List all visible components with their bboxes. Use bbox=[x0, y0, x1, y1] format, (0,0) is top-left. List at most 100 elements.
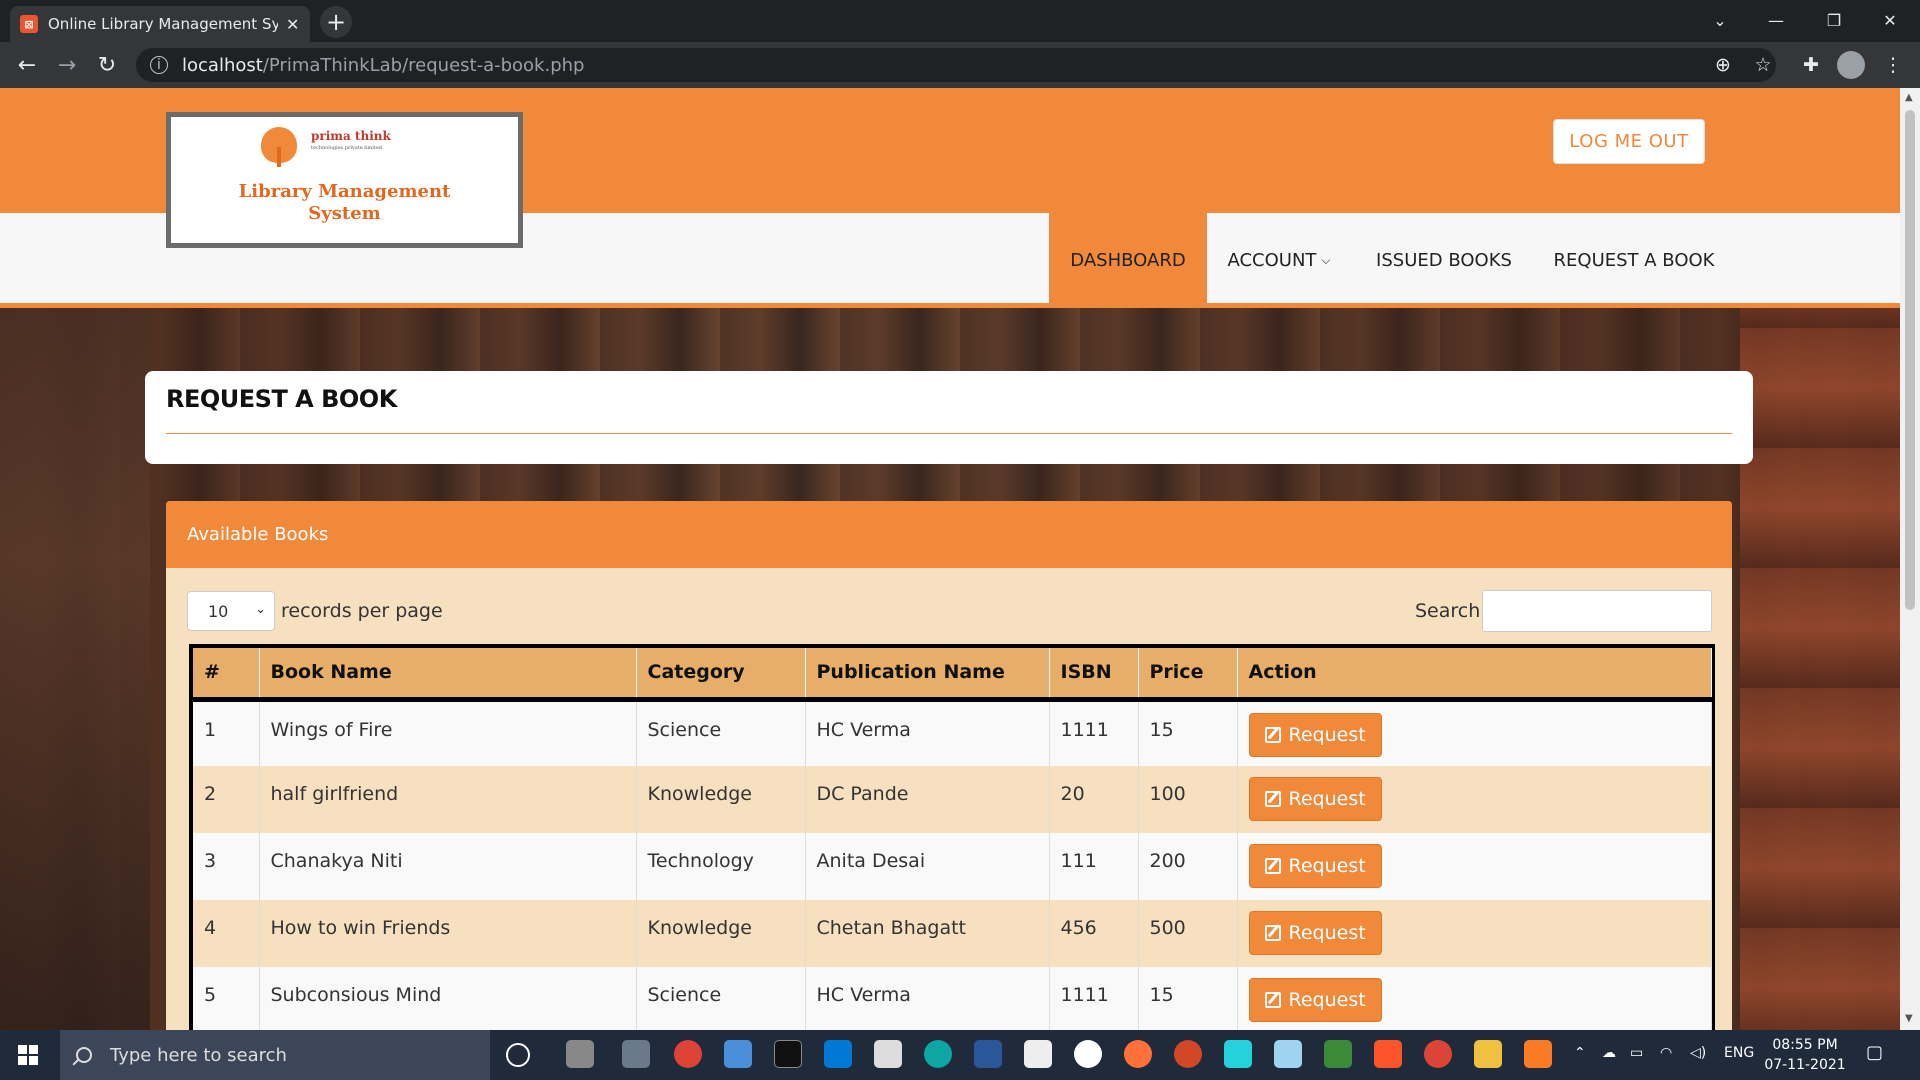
clock-date: 07-11-2021 bbox=[1764, 1057, 1846, 1073]
tab-search-icon[interactable]: ⌄ bbox=[1692, 0, 1748, 40]
logout-button[interactable]: LOG ME OUT bbox=[1553, 119, 1705, 164]
powerpoint-icon[interactable] bbox=[1174, 1040, 1202, 1068]
cell-action: Request bbox=[1237, 833, 1712, 900]
nav-issued-books[interactable]: ISSUED BOOKS bbox=[1364, 213, 1524, 308]
cell-price: 15 bbox=[1138, 699, 1238, 766]
onedrive-icon[interactable]: ☁ bbox=[1602, 1045, 1616, 1061]
close-tab-icon[interactable]: ✕ bbox=[286, 15, 299, 34]
tray-chevron-icon[interactable]: ⌃ bbox=[1574, 1045, 1586, 1061]
notes-icon[interactable] bbox=[1274, 1040, 1302, 1068]
file-explorer-icon[interactable] bbox=[1474, 1040, 1502, 1068]
records-per-page-value: 10 bbox=[208, 601, 229, 621]
excel-chart-icon[interactable] bbox=[1324, 1040, 1352, 1068]
nav-request-a-book[interactable]: REQUEST A BOOK bbox=[1544, 213, 1724, 308]
browser-tab[interactable]: ⊠ Online Library Management System ✕ bbox=[10, 6, 310, 42]
pc-icon[interactable] bbox=[724, 1040, 752, 1068]
cell-isbn: 20 bbox=[1049, 766, 1139, 833]
cell-action: Request bbox=[1237, 900, 1712, 967]
cell-publication: HC Verma bbox=[805, 967, 1050, 1030]
col-header-book-name[interactable]: Book Name bbox=[259, 648, 637, 702]
back-arrow-icon[interactable]: ← bbox=[12, 50, 42, 80]
table-row: 2 half girlfriend Knowledge DC Pande 20 … bbox=[193, 766, 1712, 833]
cell-num: 4 bbox=[193, 900, 260, 967]
battery-icon[interactable]: ▭ bbox=[1630, 1045, 1643, 1061]
site-logo[interactable]: prima think technologies private limited… bbox=[166, 112, 523, 248]
language-indicator[interactable]: ENG bbox=[1724, 1045, 1754, 1061]
cell-book-name: How to win Friends bbox=[259, 900, 637, 967]
col-header-publication[interactable]: Publication Name bbox=[805, 648, 1050, 702]
terminal-icon[interactable] bbox=[774, 1040, 802, 1068]
chevron-down-icon: ⌵ bbox=[1321, 253, 1331, 267]
camera-icon[interactable] bbox=[1024, 1040, 1052, 1068]
cell-book-name: Chanakya Niti bbox=[259, 833, 637, 900]
new-tab-button[interactable]: + bbox=[320, 6, 352, 38]
edge-icon[interactable] bbox=[924, 1040, 952, 1068]
minimize-button[interactable]: — bbox=[1748, 0, 1804, 40]
request-button[interactable]: Request bbox=[1248, 712, 1382, 757]
chrome-profile-icon[interactable] bbox=[1424, 1040, 1452, 1068]
sql-app-icon[interactable] bbox=[622, 1040, 650, 1068]
close-window-button[interactable]: ✕ bbox=[1862, 0, 1918, 40]
taskbar-search-box[interactable]: Type here to search bbox=[60, 1030, 490, 1080]
volume-icon[interactable]: ◁) bbox=[1690, 1045, 1706, 1061]
col-header-isbn[interactable]: ISBN bbox=[1049, 648, 1139, 702]
request-button[interactable]: Request bbox=[1248, 844, 1382, 888]
brave-icon[interactable] bbox=[1374, 1040, 1402, 1068]
forward-arrow-icon[interactable]: → bbox=[52, 50, 82, 80]
col-header-num[interactable]: # bbox=[193, 648, 260, 702]
page-scrollbar[interactable]: ▲ ▼ bbox=[1900, 88, 1920, 1030]
wifi-icon[interactable]: ◠ bbox=[1660, 1045, 1672, 1061]
windows-start-icon[interactable] bbox=[18, 1045, 38, 1065]
col-header-action[interactable]: Action bbox=[1237, 648, 1712, 702]
cell-price: 100 bbox=[1138, 766, 1238, 833]
notification-icon[interactable]: ▢ bbox=[1866, 1042, 1883, 1063]
amazon-music-icon[interactable] bbox=[1224, 1040, 1252, 1068]
taskbar-clock[interactable]: 08:55 PM 07-11-2021 bbox=[1760, 1035, 1850, 1075]
cell-action: Request bbox=[1237, 967, 1712, 1030]
reload-icon[interactable]: ↻ bbox=[92, 50, 122, 80]
cell-book-name: Subconsious Mind bbox=[259, 967, 637, 1030]
books-table: # Book Name Category Publication Name IS… bbox=[193, 648, 1712, 1030]
cell-isbn: 1111 bbox=[1049, 967, 1139, 1030]
wordpad-icon[interactable] bbox=[1074, 1040, 1102, 1068]
cell-price: 200 bbox=[1138, 833, 1238, 900]
site-info-icon[interactable]: i bbox=[150, 56, 168, 74]
request-button[interactable]: Request bbox=[1248, 777, 1382, 821]
chrome-icon[interactable] bbox=[674, 1040, 702, 1068]
firefox-icon[interactable] bbox=[1124, 1040, 1152, 1068]
col-header-price[interactable]: Price bbox=[1138, 648, 1238, 702]
cell-num: 2 bbox=[193, 766, 260, 833]
menu-kebab-icon[interactable]: ⋮ bbox=[1878, 50, 1908, 80]
cell-publication: Chetan Bhagatt bbox=[805, 900, 1050, 967]
xampp-icon[interactable] bbox=[1524, 1040, 1552, 1068]
nav-account[interactable]: ACCOUNT ⌵ bbox=[1214, 213, 1344, 308]
xampp-favicon-icon: ⊠ bbox=[20, 15, 38, 33]
profile-avatar[interactable] bbox=[1836, 50, 1866, 80]
cell-action: Request bbox=[1237, 766, 1712, 833]
extensions-puzzle-icon[interactable]: ✚ bbox=[1796, 50, 1826, 80]
request-button[interactable]: Request bbox=[1248, 911, 1382, 955]
nav-dashboard[interactable]: DASHBOARD bbox=[1049, 213, 1207, 308]
scroll-down-arrow-icon[interactable]: ▼ bbox=[1905, 1013, 1913, 1024]
notepad-icon[interactable] bbox=[874, 1040, 902, 1068]
bookmark-star-icon[interactable]: ☆ bbox=[1748, 50, 1778, 80]
address-bar[interactable]: i localhost /PrimaThinkLab/request-a-boo… bbox=[136, 48, 1776, 82]
cell-publication: Anita Desai bbox=[805, 833, 1050, 900]
chevron-down-icon: ⌄ bbox=[255, 602, 266, 617]
cortana-icon[interactable] bbox=[506, 1043, 530, 1067]
word-icon[interactable] bbox=[974, 1040, 1002, 1068]
vscode-icon[interactable] bbox=[824, 1040, 852, 1068]
records-per-page-select[interactable]: 10 ⌄ bbox=[187, 591, 275, 631]
scroll-up-arrow-icon[interactable]: ▲ bbox=[1905, 92, 1913, 103]
search-input[interactable] bbox=[1482, 590, 1712, 632]
col-header-category[interactable]: Category bbox=[636, 648, 806, 702]
search-label: Search: bbox=[1415, 600, 1487, 622]
cell-book-name: half girlfriend bbox=[259, 766, 637, 833]
scroll-thumb[interactable] bbox=[1905, 110, 1915, 610]
table-row: 4 How to win Friends Knowledge Chetan Bh… bbox=[193, 900, 1712, 967]
request-button[interactable]: Request bbox=[1248, 978, 1382, 1022]
url-path: /PrimaThinkLab/request-a-book.php bbox=[262, 54, 585, 76]
zoom-icon[interactable]: ⊕ bbox=[1708, 50, 1738, 80]
task-view-icon[interactable] bbox=[566, 1040, 594, 1068]
restore-button[interactable]: ❐ bbox=[1806, 0, 1862, 40]
